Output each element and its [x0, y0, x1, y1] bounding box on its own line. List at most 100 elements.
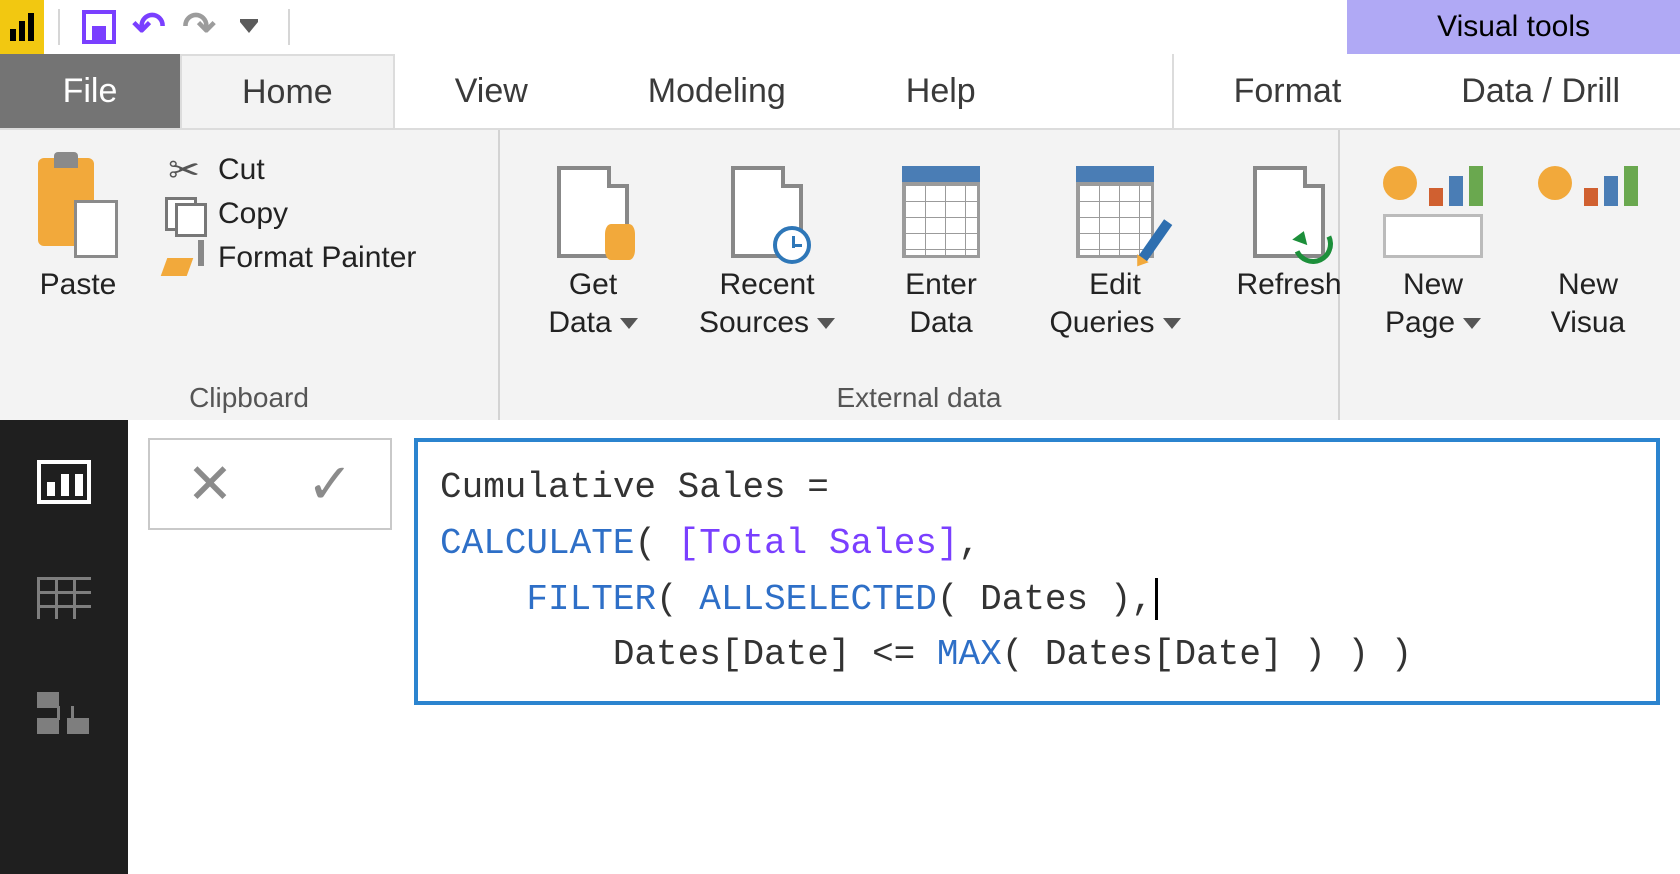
tab-modeling[interactable]: Modeling [588, 54, 846, 128]
tab-format[interactable]: Format [1174, 54, 1402, 128]
enter-l2: Data [909, 306, 972, 339]
separator [288, 9, 290, 45]
formula-bar[interactable]: Cumulative Sales = CALCULATE( [Total Sal… [414, 438, 1660, 705]
paste-button[interactable]: Paste [18, 138, 138, 304]
dax-t5: Dates[Date] <= [613, 634, 937, 675]
tab-view[interactable]: View [395, 54, 588, 128]
dax-filter-kw: FILTER [526, 579, 656, 620]
copy-button[interactable]: Copy [162, 192, 416, 236]
tab-file[interactable]: File [0, 54, 180, 128]
dax-t3: ( [656, 579, 699, 620]
cut-button[interactable]: ✂ Cut [162, 148, 416, 192]
customize-qat-button[interactable] [224, 3, 274, 51]
editq-l2: Queries [1049, 306, 1154, 339]
chevron-down-icon [1163, 318, 1181, 329]
clipboard-small-buttons: ✂ Cut Copy Format Painter [162, 138, 416, 280]
enter-l1: Enter [905, 268, 977, 301]
report-canvas: ✕ ✓ Cumulative Sales = CALCULATE( [Total… [128, 420, 1680, 874]
refresh-label: Refresh [1236, 266, 1341, 304]
newvis-l1: New [1558, 268, 1618, 301]
chevron-down-icon [620, 318, 638, 329]
get-data-l2: Data [548, 306, 611, 339]
format-painter-label: Format Painter [218, 241, 416, 275]
copy-label: Copy [218, 197, 288, 231]
view-nav-rail [0, 420, 128, 874]
dax-max-kw: MAX [937, 634, 1002, 675]
save-button[interactable] [74, 3, 124, 51]
powerbi-logo-icon [10, 13, 34, 41]
app-logo[interactable] [0, 0, 44, 54]
formula-commit-button[interactable]: ✓ [307, 451, 354, 517]
get-data-l1: Get [569, 268, 617, 301]
redo-icon: ↷ [182, 7, 216, 47]
format-painter-icon [164, 240, 204, 276]
nav-data-view[interactable] [34, 572, 94, 624]
refresh-icon [1253, 166, 1325, 258]
chevron-down-icon [1463, 318, 1481, 329]
undo-icon: ↶ [132, 7, 166, 47]
dax-t1: ( [634, 523, 677, 564]
recent-sources-button[interactable]: Recent Sources [692, 138, 842, 341]
recent-l2: Sources [699, 306, 809, 339]
edit-queries-button[interactable]: Edit Queries [1040, 138, 1190, 341]
nav-report-view[interactable] [34, 456, 94, 508]
paste-label: Paste [40, 266, 117, 304]
contextual-tabs: Format Data / Drill [1172, 54, 1680, 128]
undo-button[interactable]: ↶ [124, 3, 174, 51]
clipboard-group-label: Clipboard [18, 376, 480, 416]
newpage-l1: New [1403, 268, 1463, 301]
dax-pad4 [440, 634, 613, 675]
qat-left: ↶ ↷ [0, 0, 304, 54]
enter-data-button[interactable]: Enter Data [866, 138, 1016, 341]
recent-sources-icon [731, 166, 803, 258]
redo-button[interactable]: ↷ [174, 3, 224, 51]
format-painter-button[interactable]: Format Painter [162, 236, 416, 280]
dax-t2: , [959, 523, 981, 564]
text-caret [1155, 578, 1158, 620]
tab-home[interactable]: Home [180, 54, 395, 128]
dax-t6: ( Dates[Date] ) ) ) [1002, 634, 1412, 675]
contextual-tab-visual-tools: Visual tools [1347, 0, 1680, 54]
work-area: ✕ ✓ Cumulative Sales = CALCULATE( [Total… [0, 420, 1680, 874]
chevron-down-icon [817, 318, 835, 329]
dax-total-sales-col: [Total Sales] [678, 523, 959, 564]
edit-queries-icon [1076, 166, 1154, 258]
newpage-l2: Page [1385, 306, 1455, 339]
get-data-icon [557, 166, 629, 258]
dax-t4: ( Dates ), [937, 579, 1153, 620]
enter-data-icon [902, 166, 980, 258]
new-visual-button[interactable]: New Visua [1538, 138, 1638, 341]
get-data-button[interactable]: Get Data [518, 138, 668, 341]
formula-cancel-commit: ✕ ✓ [148, 438, 392, 530]
model-view-icon [37, 692, 91, 736]
recent-l1: Recent [719, 268, 814, 301]
scissors-icon: ✂ [168, 148, 200, 193]
ribbon-group-clipboard: Paste ✂ Cut Copy Format Painter Clipboar… [0, 130, 500, 420]
ribbon-tabs: File Home View Modeling Help Format Data… [0, 54, 1680, 130]
separator [58, 9, 60, 45]
new-page-button[interactable]: New Page [1358, 138, 1508, 341]
editq-l1: Edit [1089, 268, 1141, 301]
report-view-icon [37, 460, 91, 504]
data-view-icon [37, 577, 91, 619]
ribbon-group-insert: New Page New Visua [1340, 130, 1680, 420]
paste-icon [38, 158, 118, 258]
save-icon [82, 10, 116, 44]
new-visual-icon [1538, 166, 1638, 258]
tab-help[interactable]: Help [846, 54, 1036, 128]
formula-cancel-button[interactable]: ✕ [187, 451, 234, 517]
ribbon-home: Paste ✂ Cut Copy Format Painter Clipboar… [0, 130, 1680, 420]
copy-icon [165, 197, 203, 231]
external-data-group-label: External data [518, 376, 1320, 416]
dax-allselected-kw: ALLSELECTED [699, 579, 937, 620]
cut-label: Cut [218, 153, 265, 187]
tab-datadrill[interactable]: Data / Drill [1401, 54, 1680, 128]
dropdown-icon [240, 22, 258, 33]
nav-model-view[interactable] [34, 688, 94, 740]
newvis-l2: Visua [1551, 306, 1626, 339]
dax-line1: Cumulative Sales = [440, 467, 850, 508]
quick-access-toolbar: ↶ ↷ Visual tools [0, 0, 1680, 54]
dax-calculate-kw: CALCULATE [440, 523, 634, 564]
ribbon-group-external-data: Get Data Recent Sources Enter Data Edit Quer… [500, 130, 1340, 420]
dax-pad3 [440, 579, 526, 620]
